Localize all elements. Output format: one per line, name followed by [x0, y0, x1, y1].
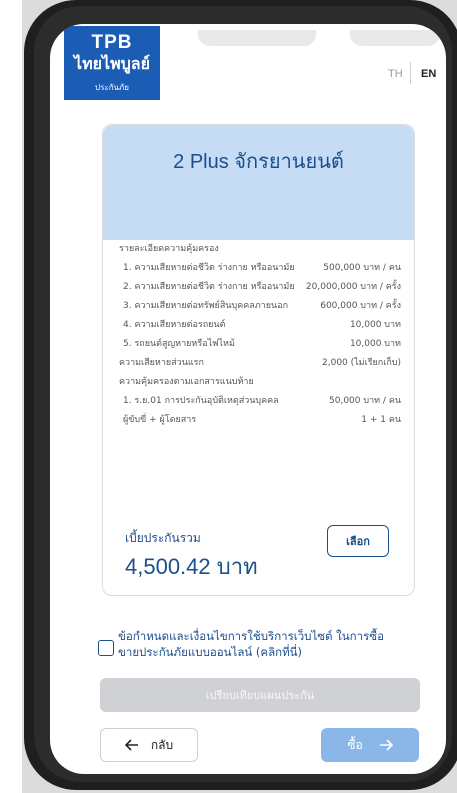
- logo-company-name: ไทยไพบูลย์: [74, 56, 150, 73]
- compare-plans-button[interactable]: เปรียบเทียบแผนประกัน: [100, 678, 420, 712]
- coverage-value: 600,000 บาท / ครั้ง: [320, 301, 401, 311]
- coverage-value: 500,000 บาท / คน: [323, 263, 401, 273]
- phone-screen: TPB ไทยไพบูลย์ ประกันภัย TH EN 2 Plus จั…: [50, 24, 446, 774]
- coverage-row: 1. ความเสียหายต่อชีวิต ร่างกาย หรืออนามั…: [119, 262, 401, 274]
- language-th-button[interactable]: TH: [388, 68, 403, 80]
- arrow-left-icon: [124, 739, 138, 751]
- rider-value: 50,000 บาท / คน: [329, 396, 401, 406]
- coverage-row: 2. ความเสียหายต่อชีวิต ร่างกาย หรืออนามั…: [119, 281, 401, 293]
- buy-label: ซื้อ: [347, 737, 363, 752]
- back-label: กลับ: [150, 737, 174, 752]
- back-button[interactable]: กลับ: [100, 728, 198, 762]
- coverage-row: 5. รถยนต์สูญหายหรือไฟไหม้ 10,000 บาท: [119, 338, 401, 350]
- plan-card-header: 2 Plus จักรยานยนต์: [103, 125, 414, 240]
- coverage-row: 3. ความเสียหายต่อทรัพย์สินบุคคลภายนอก 60…: [119, 300, 401, 312]
- coverage-label: 2. ความเสียหายต่อชีวิต ร่างกาย หรืออนามั…: [123, 282, 295, 292]
- rider-heading: ความคุ้มครองตามเอกสารแนบท้าย: [119, 377, 254, 387]
- language-divider: [410, 62, 411, 84]
- deductible-label: ความเสียหายส่วนแรก: [119, 358, 204, 368]
- coverage-value: 10,000 บาท: [349, 320, 401, 330]
- coverage-row: 4. ความเสียหายต่อรถยนต์ 10,000 บาท: [119, 319, 401, 331]
- tpb-logo[interactable]: TPB ไทยไพบูลย์ ประกันภัย: [64, 26, 160, 100]
- language-en-button[interactable]: EN: [421, 68, 436, 80]
- rider-row: ผู้ขับขี่ + ผู้โดยสาร 1 + 1 คน: [119, 414, 401, 426]
- rider-value: 1 + 1 คน: [361, 415, 401, 425]
- coverage-value: 20,000,000 บาท / ครั้ง: [305, 282, 401, 292]
- notch-tab: [350, 30, 440, 46]
- coverage-label: 5. รถยนต์สูญหายหรือไฟไหม้: [123, 339, 235, 349]
- terms-link[interactable]: ข้อกำหนดและเงื่อนไขการใช้บริการเว็บไซต์ …: [118, 628, 398, 660]
- deductible-row: ความเสียหายส่วนแรก 2,000 (ไม่เรียกเก็บ): [119, 357, 401, 369]
- notch-tab: [198, 30, 316, 46]
- plan-card: 2 Plus จักรยานยนต์ รายละเอียดความคุ้มครอ…: [102, 124, 415, 596]
- rider-row: 1. ร.ย.01 การประกันอุบัติเหตุส่วนบุคคล 5…: [119, 395, 401, 407]
- premium-value: 4,500.42 บาท: [125, 554, 258, 579]
- rider-label: 1. ร.ย.01 การประกันอุบัติเหตุส่วนบุคคล: [123, 396, 279, 406]
- premium-label: เบี้ยประกันรวม: [125, 531, 201, 545]
- arrow-right-icon: [379, 739, 393, 751]
- coverage-value: 10,000 บาท: [349, 339, 401, 349]
- select-plan-button[interactable]: เลือก: [327, 525, 389, 557]
- rider-label: ผู้ขับขี่ + ผู้โดยสาร: [123, 415, 197, 425]
- plan-title: 2 Plus จักรยานยนต์: [173, 151, 344, 173]
- terms-checkbox[interactable]: [98, 640, 114, 656]
- logo-tpb-text: TPB: [91, 32, 133, 53]
- deductible-value: 2,000 (ไม่เรียกเก็บ): [322, 358, 401, 368]
- logo-tagline: ประกันภัย: [95, 83, 129, 92]
- buy-button[interactable]: ซื้อ: [321, 728, 419, 762]
- coverage-label: 1. ความเสียหายต่อชีวิต ร่างกาย หรืออนามั…: [123, 263, 295, 273]
- coverage-heading: รายละเอียดความคุ้มครอง: [119, 244, 219, 254]
- coverage-label: 3. ความเสียหายต่อทรัพย์สินบุคคลภายนอก: [123, 301, 289, 311]
- coverage-details[interactable]: รายละเอียดความคุ้มครอง 1. ความเสียหายต่อ…: [119, 243, 401, 511]
- coverage-label: 4. ความเสียหายต่อรถยนต์: [123, 320, 226, 330]
